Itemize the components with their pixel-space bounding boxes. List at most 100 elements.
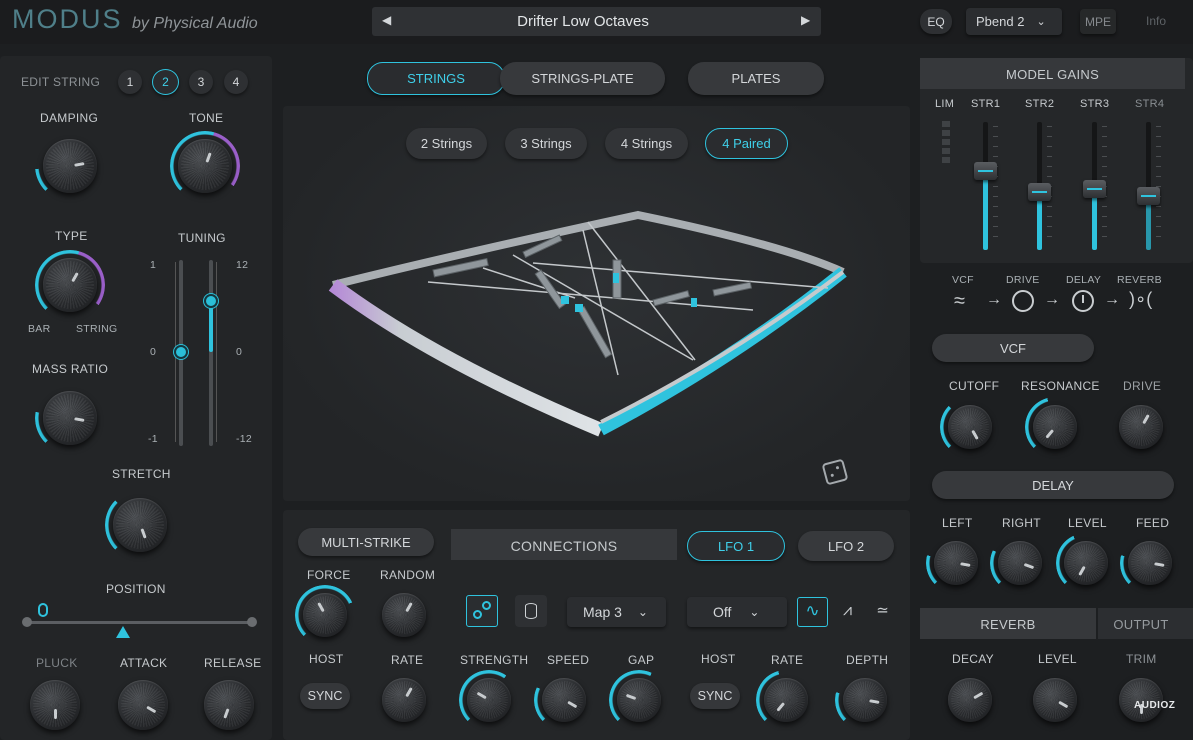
tuning-coarse-mid: 0	[236, 346, 243, 358]
frame-right-edge	[598, 267, 847, 436]
gap-knob[interactable]	[609, 670, 669, 730]
lfo-rate-knob[interactable]	[756, 670, 816, 730]
release-knob[interactable]	[196, 672, 262, 738]
connections-label: CONNECTIONS	[510, 538, 618, 554]
map-dropdown[interactable]: Map 3 ⌄	[567, 597, 666, 627]
model-gains-label: MODEL GAINS	[1005, 67, 1100, 82]
tuning-fine-handle[interactable]	[174, 345, 188, 359]
delay-right-knob[interactable]	[990, 533, 1050, 593]
tab-3-strings[interactable]: 3 Strings	[505, 128, 587, 159]
tab-strings[interactable]: STRINGS	[367, 62, 505, 95]
tuning-label: TUNING	[178, 231, 226, 245]
tuning-coarse-handle[interactable]	[204, 294, 218, 308]
reverb-label: REVERB	[980, 617, 1036, 632]
saw-wave-icon[interactable]: ⩘	[832, 597, 863, 627]
tab-2-strings[interactable]: 2 Strings	[406, 128, 487, 159]
stretch-knob[interactable]	[105, 490, 175, 560]
tab-4-strings[interactable]: 4 Strings	[605, 128, 688, 159]
force-label: FORCE	[307, 568, 351, 582]
tab-4-paired[interactable]: 4 Paired	[705, 128, 788, 159]
tab-strings-plate[interactable]: STRINGS-PLATE	[500, 62, 665, 95]
tone-knob[interactable]	[170, 131, 240, 201]
type-knob[interactable]	[35, 250, 105, 320]
lim-meter	[942, 121, 950, 163]
depth-knob[interactable]	[835, 670, 895, 730]
chain-drive-label: DRIVE	[1006, 274, 1040, 286]
multi-strike-button[interactable]: MULTI-STRIKE	[298, 528, 434, 556]
string-select-2[interactable]: 2	[152, 69, 179, 95]
string-model-3d-view[interactable]	[283, 160, 910, 460]
mass-ratio-knob[interactable]	[35, 383, 105, 453]
gain-fader-handle[interactable]	[1083, 180, 1106, 198]
decay-label: DECAY	[952, 652, 994, 666]
force-knob[interactable]	[295, 585, 355, 645]
delay-clock-icon[interactable]	[1072, 290, 1094, 312]
string-select-1[interactable]: 1	[118, 70, 142, 94]
type-string-label: STRING	[76, 323, 118, 335]
preset-next-icon[interactable]: ▶	[801, 13, 810, 27]
string-line-6	[587, 221, 696, 361]
drive-knob[interactable]	[1111, 397, 1171, 457]
sine-wave-icon[interactable]: ∿	[797, 597, 828, 627]
stack-icon[interactable]	[515, 595, 547, 627]
node-2	[613, 273, 619, 283]
random-wave-icon[interactable]: ≃	[867, 597, 898, 627]
str2-label: STR2	[1025, 98, 1055, 110]
delay-toggle-button[interactable]: DELAY	[932, 471, 1174, 499]
position-track[interactable]	[26, 621, 253, 624]
delay-feed-label: FEED	[1136, 516, 1170, 530]
tone-label: TONE	[189, 111, 224, 125]
vcf-toggle-button[interactable]: VCF	[932, 334, 1094, 362]
damping-knob-face[interactable]	[35, 131, 105, 201]
attack-knob[interactable]	[110, 672, 176, 738]
vcf-wave-icon[interactable]: ≈	[954, 290, 965, 313]
string-select-4[interactable]: 4	[224, 70, 248, 94]
chevron-down-icon: ⌄	[1036, 16, 1046, 28]
lfo-sync-button[interactable]: SYNC	[690, 683, 740, 709]
tab-lfo1[interactable]: LFO 1	[687, 531, 785, 561]
arrow-right-icon: →	[1104, 291, 1120, 308]
microphone-icon[interactable]	[38, 603, 48, 617]
cutoff-label: CUTOFF	[949, 379, 1000, 393]
preset-name[interactable]: Drifter Low Octaves	[372, 13, 794, 30]
position-pluck-marker-icon[interactable]	[116, 626, 130, 638]
str3-label: STR3	[1080, 98, 1110, 110]
string-line-3	[582, 229, 619, 376]
mpe-button[interactable]: MPE	[1080, 9, 1116, 34]
delay-feed-knob[interactable]	[1120, 533, 1180, 593]
lfo-target-dropdown[interactable]: Off ⌄	[687, 597, 787, 627]
drive-icon[interactable]	[1012, 290, 1034, 312]
gain-fader-handle[interactable]	[1028, 183, 1051, 201]
delay-left-knob[interactable]	[926, 533, 986, 593]
link-icon[interactable]	[466, 595, 498, 627]
tab-lfo2[interactable]: LFO 2	[798, 531, 894, 561]
tuning-coarse-track[interactable]	[209, 260, 213, 446]
position-start-cap	[22, 617, 32, 627]
rate-knob[interactable]	[374, 670, 434, 730]
speed-knob[interactable]	[534, 670, 594, 730]
tab-plates[interactable]: PLATES	[688, 62, 824, 95]
spring-4	[534, 269, 566, 310]
strength-knob[interactable]	[459, 670, 519, 730]
sync-button[interactable]: SYNC	[300, 683, 350, 709]
random-knob[interactable]	[374, 585, 434, 645]
decay-knob[interactable]	[940, 670, 1000, 730]
gain-fader-handle[interactable]	[1137, 187, 1160, 205]
gain-fader-handle[interactable]	[974, 162, 997, 180]
gain-fader-ticks	[1156, 126, 1161, 246]
lfo-host-label: HOST	[701, 652, 736, 666]
position-end-cap	[247, 617, 257, 627]
resonance-knob[interactable]	[1025, 397, 1085, 457]
pbend-dropdown[interactable]: Pbend 2 ⌄	[966, 8, 1062, 35]
drive-label: DRIVE	[1123, 379, 1162, 393]
pluck-knob[interactable]	[22, 672, 88, 738]
eq-button[interactable]: EQ	[920, 9, 952, 34]
strength-label: STRENGTH	[460, 653, 529, 667]
delay-level-knob[interactable]	[1056, 533, 1116, 593]
info-button[interactable]: Info	[1146, 14, 1166, 28]
reverb-level-knob[interactable]	[1025, 670, 1085, 730]
cutoff-knob[interactable]	[940, 397, 1000, 457]
reverb-level-label: LEVEL	[1038, 652, 1077, 666]
string-select-3[interactable]: 3	[189, 70, 213, 94]
reverb-icon[interactable]: )∘(	[1129, 289, 1152, 310]
